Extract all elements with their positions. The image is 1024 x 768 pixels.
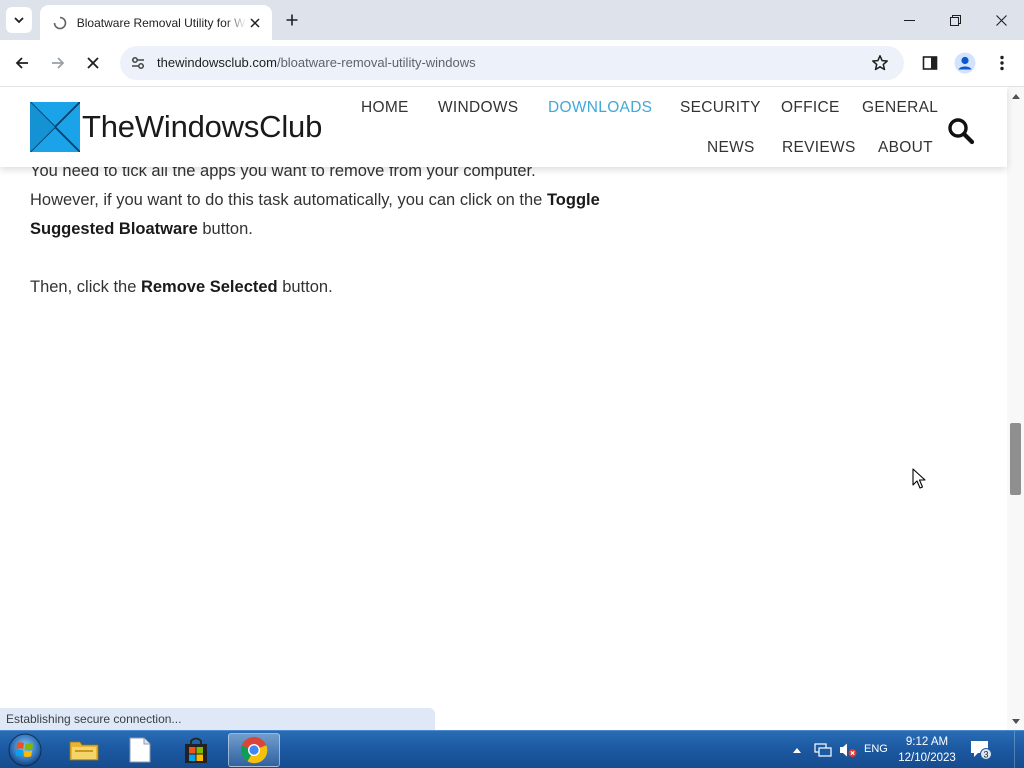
url-path: /bloatware-removal-utility-windows <box>276 55 476 70</box>
loading-favicon-icon <box>52 15 68 31</box>
volume-muted-icon <box>840 743 857 757</box>
vertical-scrollbar[interactable] <box>1007 87 1024 730</box>
browser-toolbar: thewindowsclub.com/bloatware-removal-uti… <box>0 40 1024 87</box>
mouse-cursor-icon <box>912 468 926 489</box>
taskbar-store[interactable] <box>170 733 222 767</box>
close-icon <box>995 14 1007 26</box>
article-paragraph: You need to tick all the apps you want t… <box>30 162 600 238</box>
bookmark-button[interactable] <box>870 53 890 73</box>
site-settings-icon[interactable] <box>128 53 148 73</box>
taskbar-file-explorer[interactable] <box>58 733 110 767</box>
site-header: TheWindowsClub HOME WINDOWS DOWNLOADS SE… <box>0 87 1007 167</box>
restore-button[interactable] <box>932 0 978 40</box>
status-bubble: Establishing secure connection... <box>0 708 435 730</box>
minimize-button[interactable] <box>886 0 932 40</box>
close-icon <box>250 17 260 28</box>
clock-time: 9:12 AM <box>905 736 949 748</box>
tab-title: Bloatware Removal Utility for Windows <box>76 15 247 30</box>
url-text: thewindowsclub.com/bloatware-removal-uti… <box>157 55 476 70</box>
stop-loading-button[interactable] <box>80 50 106 76</box>
forward-button[interactable] <box>45 50 71 76</box>
show-hidden-icons-button[interactable] <box>790 731 804 768</box>
article-body: You need to tick all the apps you want t… <box>30 157 600 302</box>
url-host: thewindowsclub.com <box>157 55 277 70</box>
side-panel-button[interactable] <box>917 50 943 76</box>
tab-strip: Bloatware Removal Utility for Windows <box>0 0 1024 40</box>
new-tab-button[interactable] <box>280 8 304 32</box>
browser-tab[interactable]: Bloatware Removal Utility for Windows <box>40 5 272 40</box>
side-panel-icon <box>922 56 938 70</box>
arrow-left-icon <box>15 57 28 69</box>
nav-reviews[interactable]: REVIEWS <box>782 139 856 157</box>
address-bar[interactable]: thewindowsclub.com/bloatware-removal-uti… <box>120 46 904 80</box>
chevron-up-icon <box>793 747 801 753</box>
network-tray-button[interactable] <box>812 731 834 768</box>
taskbar-chrome[interactable] <box>228 733 280 767</box>
article-paragraph: Then, click the Remove Selected button. <box>30 278 333 296</box>
scrollbar-thumb[interactable] <box>1010 423 1021 495</box>
start-button[interactable] <box>6 732 44 768</box>
nav-office[interactable]: OFFICE <box>781 99 840 117</box>
search-icon[interactable] <box>946 116 976 146</box>
taskbar: ENG 9:12 AM 12/10/2023 3 <box>0 730 1024 768</box>
scroll-down-arrow-icon[interactable] <box>1007 714 1024 728</box>
page-viewport: TheWindowsClub HOME WINDOWS DOWNLOADS SE… <box>0 87 1024 730</box>
language-indicator[interactable]: ENG <box>864 743 888 755</box>
scroll-up-arrow-icon[interactable] <box>1007 89 1024 103</box>
minimize-icon <box>903 19 915 21</box>
site-logo-icon[interactable] <box>30 102 80 152</box>
avatar-icon <box>954 52 976 74</box>
document-icon <box>129 737 151 763</box>
nav-security[interactable]: SECURITY <box>680 99 761 117</box>
arrow-right-icon <box>52 57 65 69</box>
tab-search-button[interactable] <box>6 7 32 33</box>
plus-icon <box>286 14 298 26</box>
star-icon <box>872 55 888 71</box>
volume-tray-button[interactable] <box>836 731 860 768</box>
profile-button[interactable] <box>952 50 978 76</box>
chrome-icon <box>240 737 268 764</box>
notification-count: 3 <box>983 749 988 759</box>
site-logo-text[interactable]: TheWindowsClub <box>82 109 322 145</box>
back-button[interactable] <box>9 50 35 76</box>
close-window-button[interactable] <box>978 0 1024 40</box>
tab-close-button[interactable] <box>246 14 264 32</box>
store-bag-icon <box>185 737 207 763</box>
system-clock[interactable]: 9:12 AM 12/10/2023 <box>893 734 961 766</box>
taskbar-notepad[interactable] <box>114 733 166 767</box>
chevron-down-icon <box>14 17 24 24</box>
show-desktop-button[interactable] <box>1014 731 1024 768</box>
network-icon <box>814 743 832 757</box>
nav-home[interactable]: HOME <box>361 99 409 117</box>
remove-selected-label: Remove Selected <box>140 278 278 296</box>
nav-about[interactable]: ABOUT <box>878 139 933 157</box>
restore-icon <box>949 14 961 26</box>
nav-windows[interactable]: WINDOWS <box>438 99 518 117</box>
clock-date: 12/10/2023 <box>898 752 956 764</box>
nav-downloads[interactable]: DOWNLOADS <box>548 99 652 117</box>
close-icon <box>87 57 99 69</box>
notification-icon: 3 <box>971 741 992 760</box>
menu-button[interactable] <box>989 50 1015 76</box>
action-center-button[interactable]: 3 <box>968 731 994 768</box>
folder-icon <box>69 741 99 761</box>
nav-general[interactable]: GENERAL <box>862 99 938 117</box>
nav-news[interactable]: NEWS <box>707 139 755 157</box>
kebab-menu-icon <box>1000 55 1004 71</box>
